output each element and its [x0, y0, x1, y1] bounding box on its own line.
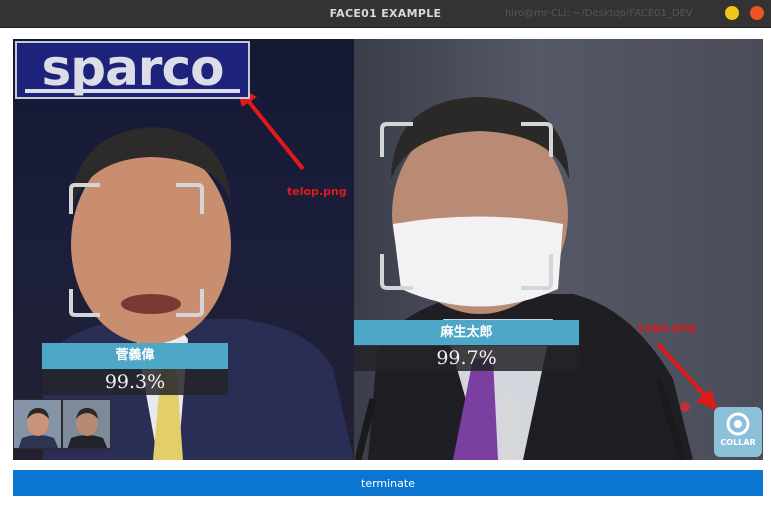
main-content: sparco telop.png Logo.png 菅義偉 99.3% 麻生太郎… [0, 28, 771, 516]
collar-logo-icon [726, 412, 750, 436]
telop-annotation: telop.png [287, 185, 347, 198]
video-scene [43, 85, 718, 460]
face-score-left: 99.3% [42, 369, 228, 395]
close-button[interactable] [750, 6, 764, 20]
app-window: hiro@mr-CLI: ~/Desktop/FACE01_DEV FACE01… [0, 0, 771, 516]
sparco-logo-underline [25, 89, 240, 93]
minimize-button[interactable] [725, 6, 739, 20]
face-thumbnail-right [62, 399, 111, 449]
terminate-button[interactable]: terminate [13, 470, 763, 496]
video-frame: sparco telop.png Logo.png 菅義偉 99.3% 麻生太郎… [13, 39, 763, 460]
face-name-right: 麻生太郎 [354, 320, 579, 346]
face-thumbnail-left [13, 399, 62, 449]
person-right [368, 97, 693, 460]
collar-logo: COLLAR [714, 407, 762, 457]
face-name-left: 菅義偉 [42, 343, 228, 369]
logo-annotation: Logo.png [638, 321, 696, 334]
title-bar[interactable]: hiro@mr-CLI: ~/Desktop/FACE01_DEV FACE01… [0, 0, 771, 28]
window-title: FACE01 EXAMPLE [329, 7, 442, 20]
face-score-right: 99.7% [354, 345, 579, 371]
collar-logo-text: COLLAR [720, 438, 756, 447]
sparco-logo: sparco [15, 39, 250, 99]
